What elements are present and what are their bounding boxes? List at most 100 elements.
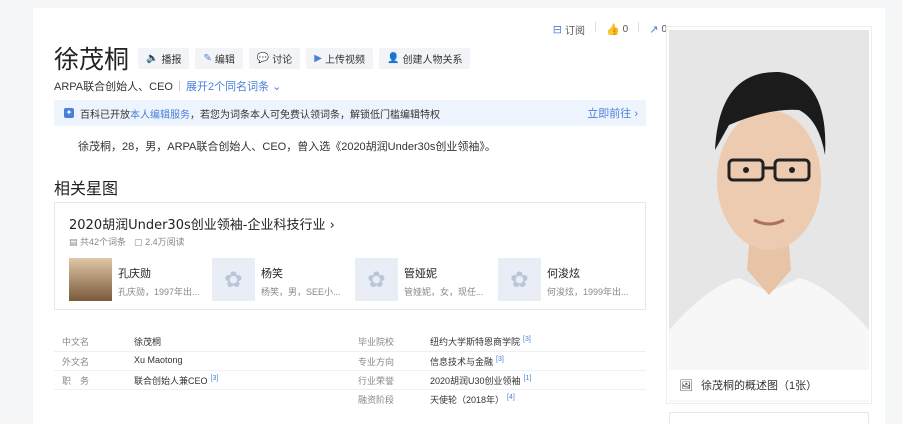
person-info: 管娅妮管娅妮，女，现任... [404,258,484,301]
photo-caption[interactable]: 🖼 徐茂桐的概述图（1张） [669,370,869,400]
infobox-label: 毕业院校 [358,337,395,347]
infobox: 中文名 徐茂桐 毕业院校 纽约大学斯特恩商学院 [3] 外文名 Xu Maotong 专业方向… [54,332,646,408]
chevron-down-icon: ⌄ [272,81,282,93]
infobox-value-text: 徐茂桐 [134,337,162,347]
relation-button[interactable]: 👤 创建人物关系 [379,48,471,69]
discuss-button[interactable]: 💬 讨论 [248,48,301,69]
book-icon: ▢ [134,237,143,247]
like-button[interactable]: 👍 0 [606,22,628,37]
infobox-cell: 中文名 徐茂桐 [54,335,350,348]
action-label: 编辑 [214,55,235,66]
infobox-value-text: 天使轮（2018年） [430,394,505,405]
notice-banner: ✦ 百科已开放 本人编辑服务 ，若您为词条本人可免费认领词条，解锁低门槛编辑特权… [54,100,646,126]
edit-button[interactable]: ✎ 编辑 [195,48,243,69]
infobox-label: 融资阶段 [358,394,395,405]
more-meanings-label: 展开2个同名词条 [185,81,270,93]
table-row: 融资阶段 天使轮（2018年） [4] [54,389,646,408]
placeholder-icon: ✿ [212,258,255,301]
entry-subtitle: ARPA联合创始人、CEO 展开2个同名词条 ⌄ [54,78,281,94]
infobox-value-text: Xu Maotong [134,354,183,365]
image-icon: 🖼 [679,379,693,392]
action-label: 讨论 [272,55,293,66]
reference-link[interactable]: [3] [211,375,219,382]
bookmark-icon: ⊟ [552,24,562,36]
infobox-cell: 外文名 Xu Maotong [54,355,350,368]
action-label: 播报 [161,55,182,66]
person-card[interactable]: ✿孔庆勋孔庆勋，1997年出... [69,258,212,301]
infobox-value-text: 纽约大学斯特恩商学院 [430,337,521,347]
placeholder-icon: ✿ [355,258,398,301]
infobox-cell: 专业方向 信息技术与金融 [3] [350,355,646,368]
speaker-button[interactable]: 🔈 播报 [138,48,190,69]
reference-link[interactable]: [3] [523,336,531,343]
speaker-icon: 🔈 [146,53,159,64]
subscribe-label: 订阅 [564,26,585,37]
person-card[interactable]: ✿ 杨笑杨笑，男，SEE小... [212,258,355,301]
reads-label: 2.4万阅读 [145,237,185,247]
share-icon: ↗ [649,24,659,36]
infobox-value: Xu Maotong [134,355,183,368]
reference-link[interactable]: [3] [496,356,504,363]
doc-icon: ▤ [69,237,78,247]
person-card[interactable]: ✿ 何浚炫 何浚炫，1999年出... [498,258,641,301]
person-desc: 管娅妮，女，现任... [404,287,484,297]
user-badge-icon: ✦ [64,108,74,118]
person-info: 孔庆勋 孔庆勋，1997年出... [118,258,200,301]
share-button[interactable]: ↗ 0 [649,22,667,37]
star-map-card: 2020胡润Under30s创业领袖-企业科技行业 › ▤ 共42个词条 ▢ 2… [54,202,646,310]
people-list: ✿孔庆勋孔庆勋，1997年出...✿杨笑杨笑，男，SEE小...✿管娅妮管娅妮，… [69,258,641,301]
relation-icon: 👤 [387,53,400,64]
notice-link[interactable]: 本人编辑服务 [130,106,190,121]
page-title: 徐茂桐 [54,45,130,74]
placeholder-icon: ✿ [498,258,541,301]
reference-link[interactable]: [4] [507,394,515,401]
infobox-value: 联合创始人兼CEO [3] [134,374,218,387]
summary-photo[interactable] [669,30,869,402]
infobox-cell: 融资阶段 天使轮（2018年） [4] [350,393,646,406]
divider [178,81,180,91]
photo-caption-label: 徐茂桐的概述图（1张） [700,380,818,392]
person-info: 何浚炫 何浚炫，1999年出... [547,258,629,301]
reads-count: ▢ 2.4万阅读 [134,235,185,248]
person-photo: ✿ [69,258,112,301]
video-button[interactable]: ▶ 上传视频 [306,48,373,69]
infobox-label: 职 务 [62,375,90,386]
entries-count: ▤ 共42个词条 [69,235,126,248]
infobox-value: 天使轮（2018年） [4] [430,393,515,406]
divider [594,22,596,32]
table-row: 外文名 Xu Maotong 专业方向 信息技术与金融 [3] [54,351,646,370]
person-name: 孔庆勋 [118,268,151,280]
star-map-meta: ▤ 共42个词条 ▢ 2.4万阅读 [69,235,185,248]
subscribe-button[interactable]: ⊟ 订阅 [553,22,585,37]
discuss-icon: 💬 [256,53,270,64]
sidebar-card [669,412,869,424]
infobox-value: 纽约大学斯特恩商学院 [3] [430,335,531,348]
infobox-cell: 行业荣誉 2020胡润U30创业领袖 [1] [350,374,646,387]
action-bar: 🔈 播报 ✎ 编辑 💬 讨论 ▶ 上传视频 👤 创建人物关系 [138,48,471,69]
person-name: 杨笑 [261,268,283,280]
infobox-value-text: 2020胡润U30创业领袖 [430,375,521,386]
more-meanings-link[interactable]: 展开2个同名词条 ⌄ [186,78,281,94]
person-card[interactable]: ✿ 管娅妮 管娅妮，女，现任... [355,258,498,301]
person-desc: 杨笑，男，SEE小... [261,287,341,297]
star-map-title[interactable]: 2020胡润Under30s创业领袖-企业科技行业 › [69,214,335,233]
infobox-value: 2020胡润U30创业领袖 [1] [430,374,531,387]
notice-prefix: 百科已开放 [80,109,130,121]
edit-icon: ✎ [203,53,212,64]
reference-link[interactable]: [1] [524,375,532,382]
table-row: 职 务 联合创始人兼CEO [3] 行业荣誉 2020胡润U30创业领袖 [1] [54,370,646,389]
portrait-image [669,30,869,402]
person-name: 管娅妮 [404,268,437,280]
summary-text: 徐茂桐，28，男，ARPA联合创始人、CEO，曾入选《2020胡润Under30… [78,141,496,153]
action-label: 上传视频 [325,55,365,66]
infobox-label: 专业方向 [358,356,395,367]
video-icon: ▶ [314,53,322,64]
table-row: 中文名 徐茂桐 毕业院校 纽约大学斯特恩商学院 [3] [54,332,646,351]
thumb-up-icon: 👍 [605,24,620,36]
infobox-value: 信息技术与金融 [3] [430,355,504,368]
go-now-button[interactable]: 立即前往 › [587,105,638,121]
infobox-cell: 职 务 联合创始人兼CEO [3] [54,374,350,387]
infobox-label: 行业荣誉 [358,375,395,386]
notice-text: ，若您为词条本人可免费认领词条，解锁低门槛编辑特权 [190,109,440,121]
infobox-value-text: 信息技术与金融 [430,356,494,367]
